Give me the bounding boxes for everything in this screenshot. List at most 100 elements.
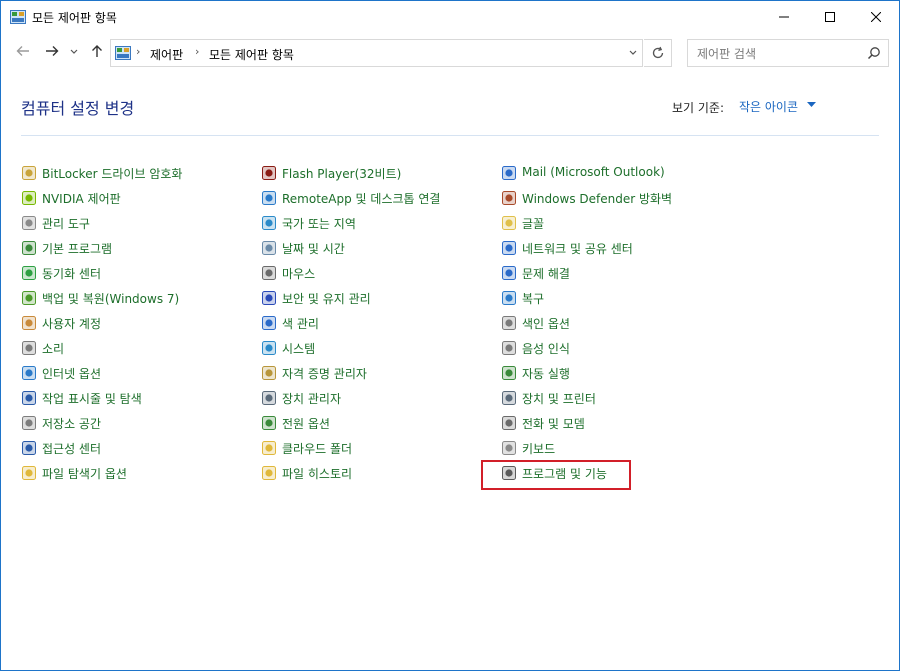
highlight-box xyxy=(481,460,631,490)
up-arrow-icon xyxy=(92,45,102,57)
control-panel-item-label[interactable]: 색 관리 xyxy=(282,315,319,332)
control-panel-item-label[interactable]: 클라우드 폴더 xyxy=(282,440,352,457)
control-panel-item-label[interactable]: 인터넷 옵션 xyxy=(42,365,101,382)
breadcrumb-separator: › xyxy=(136,45,141,58)
file-explorer-options-icon xyxy=(22,466,36,480)
forward-arrow-icon xyxy=(46,46,59,56)
control-panel-icon xyxy=(115,46,131,60)
control-panel-item-label[interactable]: BitLocker 드라이브 암호화 xyxy=(42,165,182,182)
control-panel-item-label[interactable]: 색인 옵션 xyxy=(522,315,570,332)
breadcrumb-control-panel[interactable]: 제어판 xyxy=(150,46,183,63)
view-by-dropdown[interactable]: 작은 아이콘 xyxy=(739,98,798,115)
address-dropdown-button[interactable] xyxy=(628,46,638,63)
caret-down-icon[interactable] xyxy=(807,102,816,108)
region-icon xyxy=(262,216,276,230)
control-panel-item-label[interactable]: 관리 도구 xyxy=(42,215,90,232)
fonts-icon xyxy=(502,216,516,230)
firewall-icon xyxy=(502,191,516,205)
control-panel-item-label[interactable]: 음성 인식 xyxy=(522,340,570,357)
control-panel-item-label[interactable]: 복구 xyxy=(522,290,544,307)
control-panel-item-label[interactable]: 자격 증명 관리자 xyxy=(282,365,367,382)
refresh-icon xyxy=(652,46,663,59)
maximize-icon xyxy=(825,12,835,22)
control-panel-item-label[interactable]: 장치 및 프린터 xyxy=(522,390,596,407)
control-panel-item-label[interactable]: 날짜 및 시간 xyxy=(282,240,345,257)
troubleshooting-icon xyxy=(502,266,516,280)
network-sharing-icon xyxy=(502,241,516,255)
control-panel-item-label[interactable]: 백업 및 복원(Windows 7) xyxy=(42,290,179,307)
control-panel-item-label[interactable]: 장치 관리자 xyxy=(282,390,341,407)
speech-recognition-icon xyxy=(502,341,516,355)
search-box[interactable] xyxy=(687,39,889,68)
file-history-icon xyxy=(262,466,276,480)
control-panel-item-label[interactable]: 자동 실행 xyxy=(522,365,570,382)
devices-printers-icon xyxy=(502,391,516,405)
control-panel-item-label[interactable]: 동기화 센터 xyxy=(42,265,101,282)
ease-of-access-icon xyxy=(22,441,36,455)
control-panel-item-label[interactable]: 접근성 센터 xyxy=(42,440,101,457)
control-panel-item-label[interactable]: 전화 및 모뎀 xyxy=(522,415,585,432)
default-programs-icon xyxy=(22,241,36,255)
nvidia-icon xyxy=(22,191,36,205)
view-by-label: 보기 기준: xyxy=(672,101,725,115)
control-panel-item-label[interactable]: 마우스 xyxy=(282,265,315,282)
control-panel-item-label[interactable]: Windows Defender 방화벽 xyxy=(522,190,672,207)
control-panel-item-label[interactable]: 파일 탐색기 옵션 xyxy=(42,465,127,482)
storage-spaces-icon xyxy=(22,416,36,430)
control-panel-item-label[interactable]: 기본 프로그램 xyxy=(42,240,112,257)
page-title: 컴퓨터 설정 변경 xyxy=(21,99,135,118)
control-panel-item-label[interactable]: 전원 옵션 xyxy=(282,415,330,432)
close-icon xyxy=(870,11,882,23)
header-divider xyxy=(21,135,879,136)
control-panel-item-label[interactable]: 보안 및 유지 관리 xyxy=(282,290,371,307)
admin-tools-icon xyxy=(22,216,36,230)
date-time-icon xyxy=(262,241,276,255)
control-panel-item-label[interactable]: 소리 xyxy=(42,340,64,357)
control-panel-item-label[interactable]: 문제 해결 xyxy=(522,265,570,282)
control-panel-item-label[interactable]: 시스템 xyxy=(282,340,315,357)
control-panel-item-label[interactable]: 파일 히스토리 xyxy=(282,465,352,482)
control-panel-window: 모든 제어판 항목 › 제어판 › 모든 제어판 항목 제어판 검색 컴퓨터 설… xyxy=(0,0,900,671)
address-bar[interactable]: › 제어판 › 모든 제어판 항목 xyxy=(110,39,643,67)
minimize-button[interactable] xyxy=(761,1,807,33)
back-button[interactable] xyxy=(13,43,33,63)
security-maintenance-icon xyxy=(262,291,276,305)
search-icon[interactable] xyxy=(867,46,881,60)
control-panel-item-label[interactable]: 작업 표시줄 및 탐색 xyxy=(42,390,142,407)
bitlocker-icon xyxy=(22,166,36,180)
close-button[interactable] xyxy=(853,1,899,33)
search-input[interactable] xyxy=(688,40,869,68)
recent-locations-button[interactable] xyxy=(67,43,81,63)
navigation-bar: › 제어판 › 모든 제어판 항목 xyxy=(1,33,899,73)
color-management-icon xyxy=(262,316,276,330)
breadcrumb-all-items[interactable]: 모든 제어판 항목 xyxy=(209,46,294,63)
control-panel-item-label[interactable]: NVIDIA 제어판 xyxy=(42,190,121,207)
flash-player-icon xyxy=(262,166,276,180)
forward-button[interactable] xyxy=(42,43,62,63)
internet-options-icon xyxy=(22,366,36,380)
control-panel-item-label[interactable]: 네트워크 및 공유 센터 xyxy=(522,240,633,257)
up-button[interactable] xyxy=(87,43,107,63)
credential-manager-icon xyxy=(262,366,276,380)
control-panel-app-icon xyxy=(10,10,26,24)
sync-center-icon xyxy=(22,266,36,280)
control-panel-item-label[interactable]: Mail (Microsoft Outlook) xyxy=(522,165,665,179)
control-panel-item-label[interactable]: 글꼴 xyxy=(522,215,544,232)
recovery-icon xyxy=(502,291,516,305)
autoplay-icon xyxy=(502,366,516,380)
backup-restore-icon xyxy=(22,291,36,305)
refresh-button[interactable] xyxy=(644,39,672,67)
keyboard-icon xyxy=(502,441,516,455)
title-bar: 모든 제어판 항목 xyxy=(1,1,899,33)
control-panel-item-label[interactable]: 국가 또는 지역 xyxy=(282,215,356,232)
control-panel-item-label[interactable]: RemoteApp 및 데스크톱 연결 xyxy=(282,190,440,207)
user-accounts-icon xyxy=(22,316,36,330)
control-panel-item-label[interactable]: Flash Player(32비트) xyxy=(282,165,401,182)
control-panel-item-label[interactable]: 키보드 xyxy=(522,440,555,457)
system-icon xyxy=(262,341,276,355)
control-panel-item-label[interactable]: 저장소 공간 xyxy=(42,415,101,432)
taskbar-icon xyxy=(22,391,36,405)
control-panel-item-label[interactable]: 사용자 계정 xyxy=(42,315,101,332)
maximize-button[interactable] xyxy=(807,1,853,33)
window-title: 모든 제어판 항목 xyxy=(32,11,117,25)
